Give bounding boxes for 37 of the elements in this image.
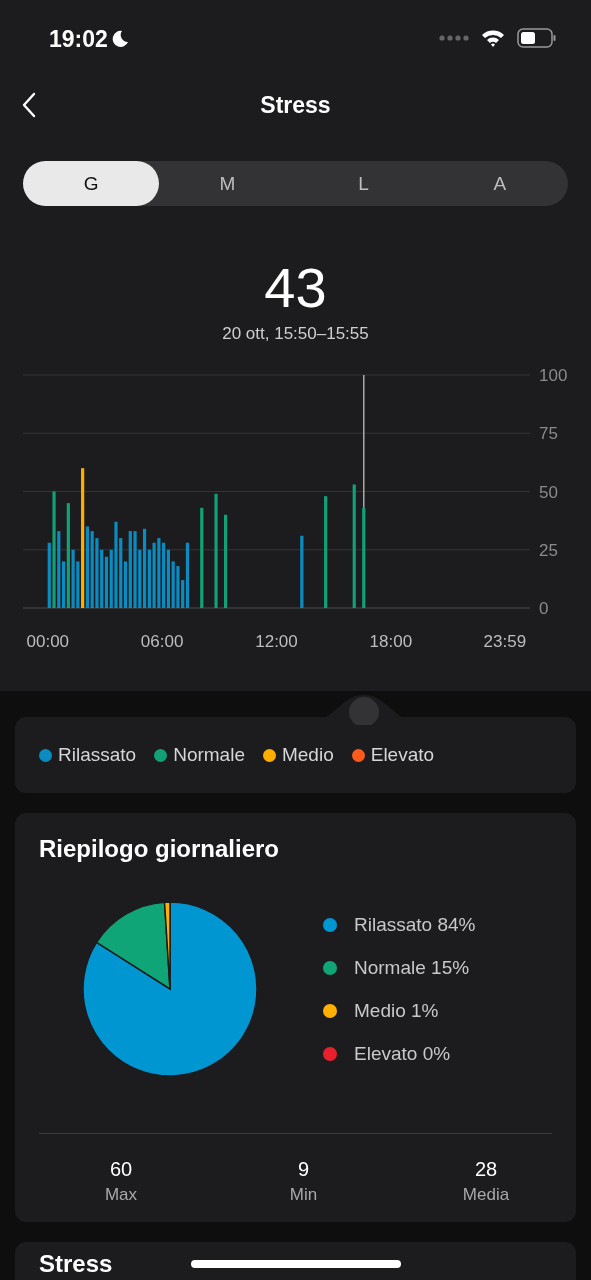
stat-label: Max [104,1185,138,1205]
axis-label: 0 [539,599,549,618]
legend-label: Rilassato [58,744,137,766]
page-title: Stress [260,91,331,119]
period-tab[interactable]: L [295,161,432,206]
stat-label: Min [289,1185,318,1205]
axis-label: 75 [539,424,558,444]
axis-label: 100 [539,366,568,385]
legend-label: Normale [173,744,245,766]
period-tab[interactable]: A [431,161,568,206]
period-tab[interactable]: G [23,161,160,206]
stat-value: 9 [297,1158,310,1181]
period-tab[interactable]: M [159,161,296,206]
axis-label: 25 [539,540,558,560]
stat-label: Media [462,1185,510,1205]
legend-label: Normale 15% [354,956,470,979]
legend-label: Medio [281,744,334,766]
card-title: Stress [39,1250,113,1278]
axis-label: 12:00 [255,632,298,651]
time-range: 20 ott, 15:50–15:55 [222,324,369,344]
stress-value: 43 [264,258,327,318]
axis-label: 18:00 [369,632,413,651]
legend-label: Medio 1% [354,999,439,1022]
legend-label: Elevato 0% [354,1042,451,1065]
axis-label: 00:00 [26,632,70,651]
axis-label: 23:59 [483,632,527,651]
legend-label: Rilassato 84% [354,913,476,936]
card-title: Riepilogo giornaliero [39,835,279,863]
wifi-icon [481,29,505,47]
status-time: 19:02 [49,25,108,53]
signal-icon [439,34,469,42]
stat-value: 60 [109,1158,133,1181]
stat-value: 28 [474,1158,498,1181]
axis-label: 50 [539,482,558,502]
axis-label: 06:00 [140,632,184,651]
legend-label: Elevato [370,744,435,766]
battery-icon [517,28,557,48]
